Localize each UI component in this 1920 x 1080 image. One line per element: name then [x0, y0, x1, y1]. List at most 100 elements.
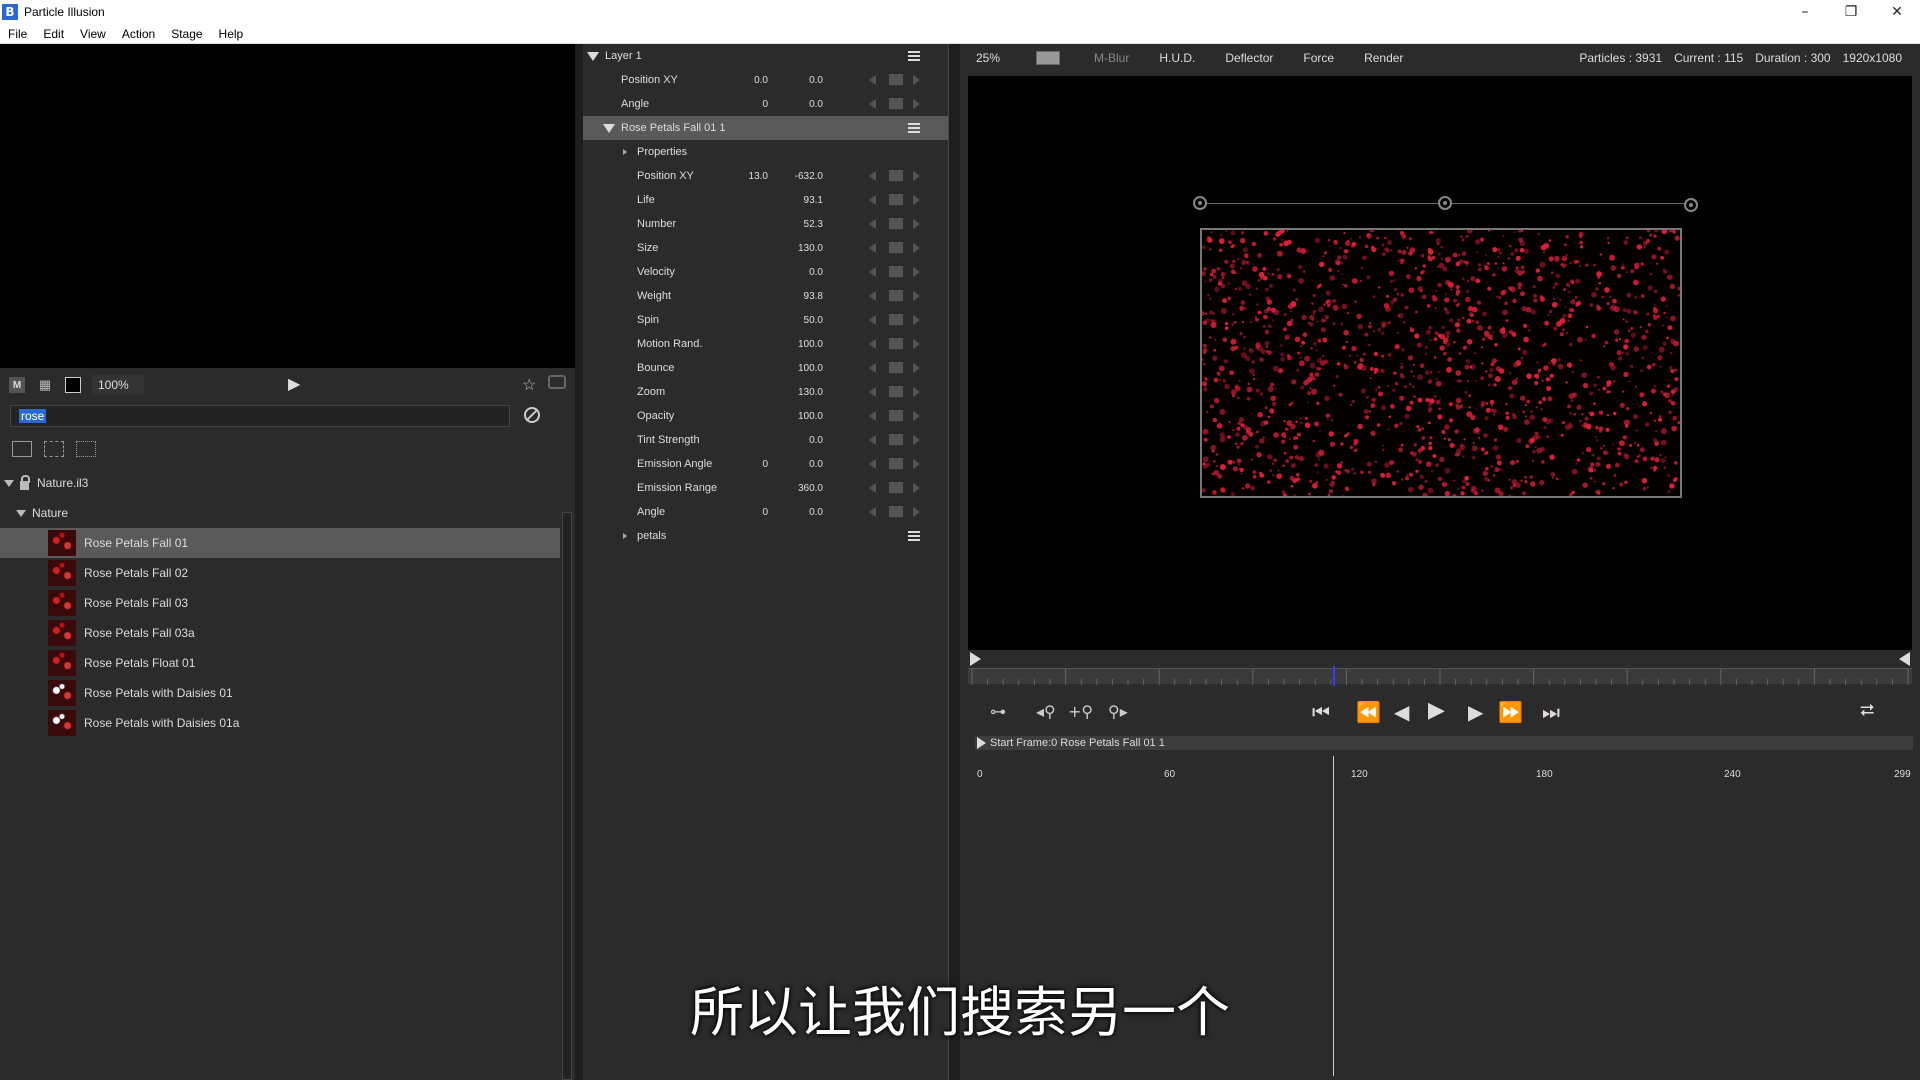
property-row[interactable]: Tint Strength 0.0: [583, 428, 948, 452]
property-row[interactable]: Bounce 100.0: [583, 356, 948, 380]
graph-icon[interactable]: [889, 242, 903, 253]
deflector-button[interactable]: Deflector: [1213, 48, 1285, 68]
clear-search-icon[interactable]: [524, 407, 540, 423]
prev-keyframe-icon[interactable]: [869, 459, 876, 469]
next-keyframe-icon[interactable]: [913, 219, 920, 229]
property-value-1[interactable]: 0.0: [728, 75, 768, 86]
prev-keyframe-icon[interactable]: [869, 339, 876, 349]
prev-keyframe-icon[interactable]: [869, 387, 876, 397]
menu-file[interactable]: File: [0, 27, 35, 41]
prev-keyframe-icon[interactable]: [869, 411, 876, 421]
property-value-2[interactable]: 0.0: [783, 75, 823, 86]
prev-keyframe-icon[interactable]: [869, 195, 876, 205]
emitter-handle-right[interactable]: [1684, 198, 1698, 212]
prev-keyframe-icon[interactable]: [869, 483, 876, 493]
property-value-2[interactable]: 100.0: [783, 363, 823, 374]
step-forward-icon[interactable]: ▶: [1468, 700, 1483, 724]
next-keyframe-icon[interactable]: [913, 75, 920, 85]
graph-icon[interactable]: [889, 434, 903, 445]
graph-icon[interactable]: [889, 74, 903, 85]
menu-icon[interactable]: [908, 51, 920, 61]
menu-view[interactable]: View: [72, 27, 114, 41]
next-keyframe-icon[interactable]: [913, 387, 920, 397]
step-back-icon[interactable]: ◀: [1394, 700, 1409, 724]
camera-icon[interactable]: [548, 375, 566, 389]
background-color-swatch[interactable]: [1036, 51, 1060, 65]
prev-keyframe-icon[interactable]: [869, 435, 876, 445]
viewport-zoom[interactable]: 25%: [976, 51, 1016, 65]
force-button[interactable]: Force: [1291, 48, 1346, 68]
next-keyframe-icon[interactable]: [913, 171, 920, 181]
property-value-2[interactable]: 93.8: [783, 291, 823, 302]
fast-forward-icon[interactable]: ⏩: [1498, 700, 1523, 724]
property-row[interactable]: Position XY 0.0 0.0: [583, 68, 948, 92]
property-row[interactable]: Emission Angle 0 0.0: [583, 452, 948, 476]
list-item[interactable]: Rose Petals Fall 03a: [0, 618, 560, 648]
favorite-star-icon[interactable]: ☆: [522, 375, 536, 395]
emitter-handle-center[interactable]: [1438, 196, 1452, 210]
next-keyframe-icon[interactable]: [913, 363, 920, 373]
key-icon[interactable]: ⊶: [990, 702, 1006, 721]
go-to-end-icon[interactable]: ⏭: [1542, 700, 1560, 724]
property-value-1[interactable]: 13.0: [728, 171, 768, 182]
next-keyframe-icon[interactable]: [913, 243, 920, 253]
list-item[interactable]: Rose Petals Fall 01: [0, 528, 560, 558]
menu-edit[interactable]: Edit: [35, 27, 72, 41]
preview-play-icon[interactable]: ▶: [288, 374, 300, 394]
tree-folder[interactable]: Nature: [0, 498, 560, 528]
prev-keyframe-icon[interactable]: [869, 291, 876, 301]
graph-icon[interactable]: [889, 218, 903, 229]
property-value-2[interactable]: 0.0: [783, 99, 823, 110]
prev-keyframe-icon[interactable]: [869, 171, 876, 181]
property-value-2[interactable]: 0.0: [783, 267, 823, 278]
property-row[interactable]: Spin 50.0: [583, 308, 948, 332]
property-row[interactable]: Size 130.0: [583, 236, 948, 260]
graph-icon[interactable]: [889, 338, 903, 349]
graph-icon[interactable]: [889, 410, 903, 421]
preview-zoom[interactable]: 100%: [92, 375, 144, 395]
ruler-playhead[interactable]: [1333, 666, 1335, 686]
next-keyframe-icon[interactable]: [913, 339, 920, 349]
expand-icon[interactable]: [587, 52, 599, 61]
next-keyframe-icon[interactable]: [913, 435, 920, 445]
graph-icon[interactable]: [889, 458, 903, 469]
film-icon[interactable]: ▦: [34, 374, 56, 396]
property-row[interactable]: Zoom 130.0: [583, 380, 948, 404]
property-value-2[interactable]: 93.1: [783, 195, 823, 206]
next-key-icon[interactable]: ⚲▸: [1108, 702, 1128, 721]
prev-keyframe-icon[interactable]: [869, 363, 876, 373]
properties-scrollbar[interactable]: [948, 44, 960, 1080]
search-input[interactable]: rose: [10, 405, 510, 427]
property-value-1[interactable]: 0: [728, 507, 768, 518]
list-item[interactable]: Rose Petals Fall 03: [0, 588, 560, 618]
panel-splitter[interactable]: [575, 44, 583, 1080]
graph-icon[interactable]: [889, 314, 903, 325]
layer-header-row[interactable]: Layer 1: [583, 44, 948, 68]
property-value-2[interactable]: 100.0: [783, 411, 823, 422]
loop-icon[interactable]: ⮂: [1860, 700, 1874, 721]
property-value-2[interactable]: 0.0: [783, 435, 823, 446]
sub-layer-row[interactable]: petals: [583, 524, 948, 548]
track-expand-icon[interactable]: [977, 737, 986, 749]
property-value-2[interactable]: 130.0: [783, 387, 823, 398]
property-row[interactable]: Angle 0 0.0: [583, 500, 948, 524]
property-value-2[interactable]: 0.0: [783, 459, 823, 470]
next-keyframe-icon[interactable]: [913, 315, 920, 325]
menu-action[interactable]: Action: [114, 27, 163, 41]
add-key-icon[interactable]: +⚲: [1068, 702, 1093, 721]
list-item[interactable]: Rose Petals with Daisies 01a: [0, 708, 560, 738]
graph-icon[interactable]: [889, 386, 903, 397]
property-row[interactable]: Position XY 13.0 -632.0: [583, 164, 948, 188]
property-value-1[interactable]: 0: [728, 99, 768, 110]
prev-keyframe-icon[interactable]: [869, 75, 876, 85]
m-toggle-icon[interactable]: M: [6, 374, 28, 396]
maximize-button[interactable]: ❐: [1828, 0, 1874, 24]
list-item[interactable]: Rose Petals with Daisies 01: [0, 678, 560, 708]
graph-icon[interactable]: [889, 266, 903, 277]
property-value-2[interactable]: 130.0: [783, 243, 823, 254]
property-row[interactable]: Motion Rand. 100.0: [583, 332, 948, 356]
play-icon[interactable]: ▶: [1428, 698, 1445, 723]
graph-icon[interactable]: [889, 170, 903, 181]
out-point-marker[interactable]: [1899, 652, 1910, 666]
prev-keyframe-icon[interactable]: [869, 267, 876, 277]
